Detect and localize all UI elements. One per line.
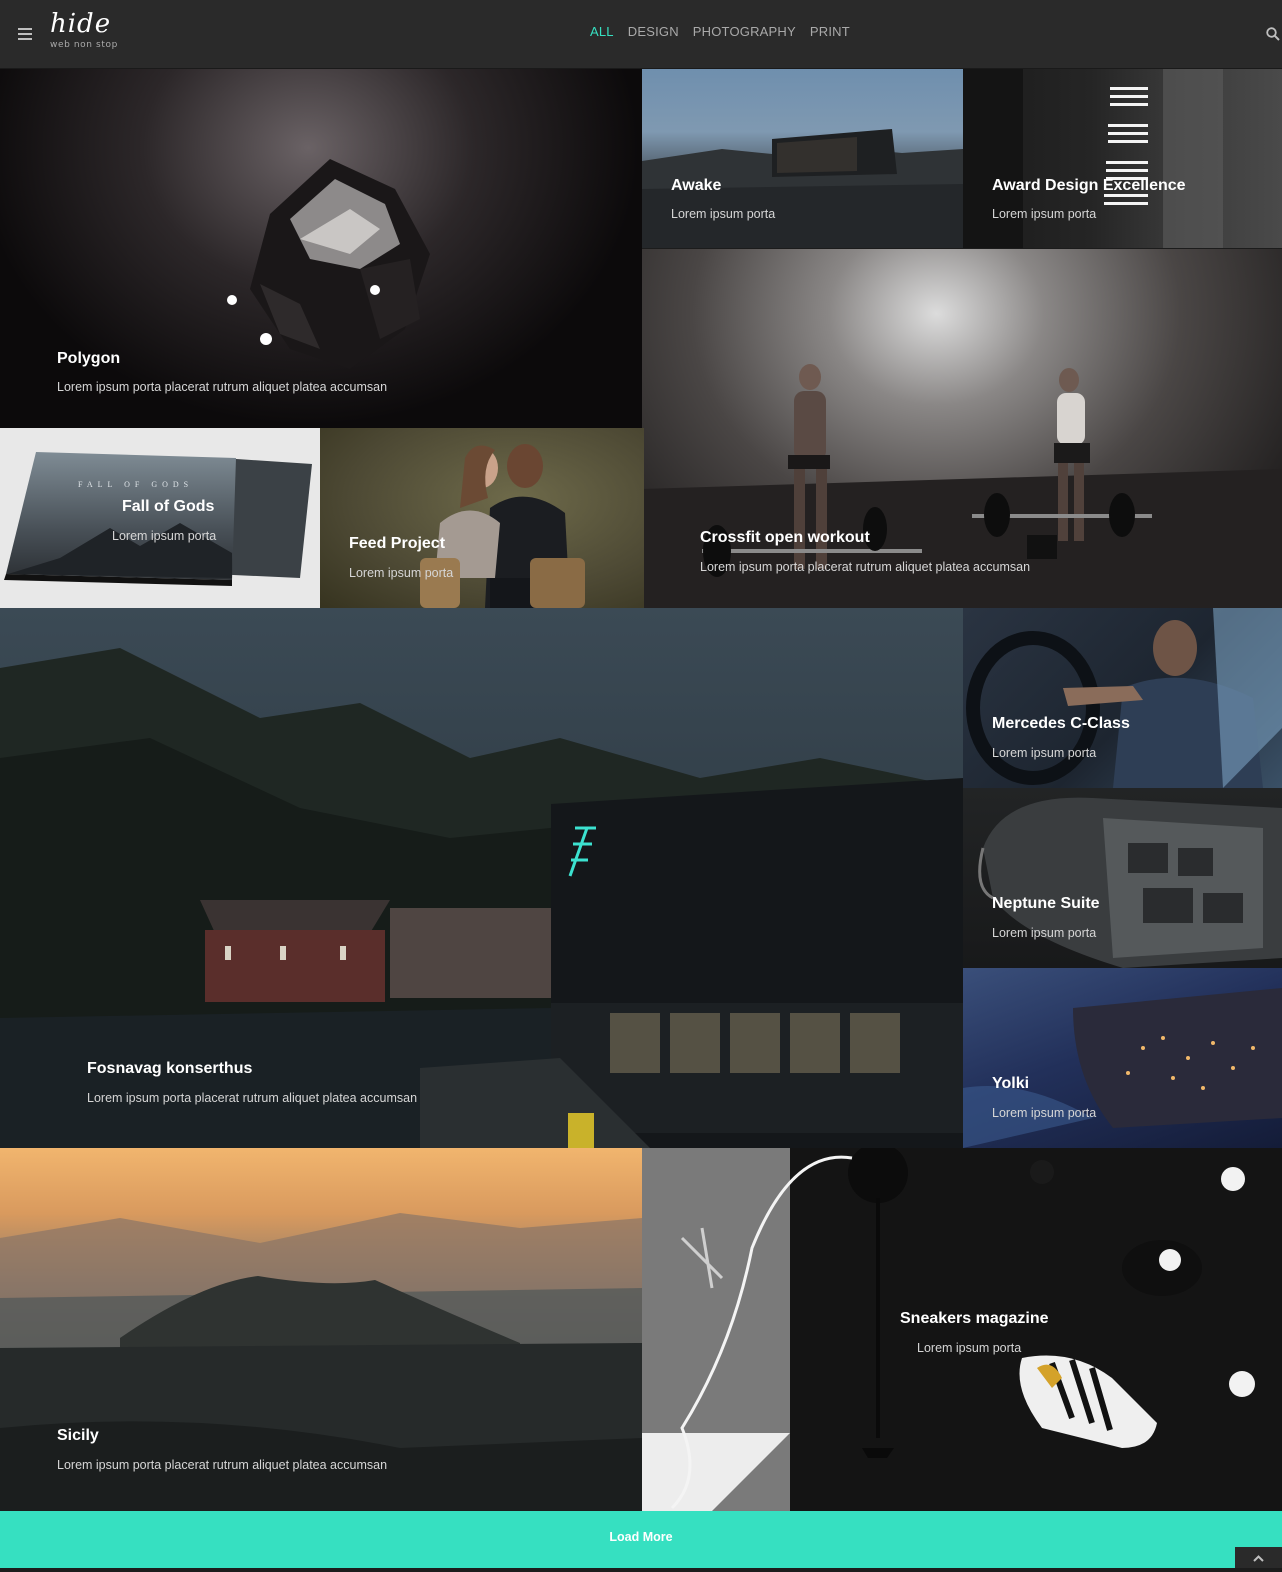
item-description: Lorem ipsum porta: [992, 926, 1097, 940]
item-description: Lorem ipsum porta placerat rutrum alique…: [57, 1458, 388, 1472]
filter-photography[interactable]: PHOTOGRAPHY: [693, 24, 796, 39]
item-description: Lorem ipsum porta: [349, 566, 454, 580]
portfolio-item-mercedes-c-class[interactable]: Mercedes C-Class Lorem ipsum porta: [963, 608, 1282, 788]
item-title: Feed Project: [349, 535, 446, 552]
portfolio-item-yolki[interactable]: Yolki Lorem ipsum porta: [963, 968, 1282, 1148]
item-description: Lorem ipsum porta placerat rutrum alique…: [87, 1091, 418, 1105]
item-title: Fall of Gods: [122, 498, 215, 515]
load-more-button[interactable]: Load More: [0, 1511, 1282, 1568]
award-image: [963, 69, 1223, 248]
portfolio-item-sneakers-magazine[interactable]: Sneakers magazine Lorem ipsum porta: [642, 1148, 1282, 1511]
portfolio-item-feed-project[interactable]: Feed Project Lorem ipsum porta: [320, 428, 644, 608]
neptune-suite-image: [978, 797, 1282, 968]
awake-image: [642, 129, 963, 248]
portfolio-item-fall-of-gods[interactable]: FALL OF GODS Fall of Gods Lorem ipsum po…: [0, 428, 320, 608]
item-title: Mercedes C-Class: [992, 715, 1130, 732]
search-icon[interactable]: [1266, 27, 1280, 41]
mercedes-image: [966, 608, 1282, 788]
feed-project-image: [420, 444, 585, 608]
logo-tagline: web non stop: [50, 40, 118, 50]
item-description: Lorem ipsum porta placerat rutrum alique…: [700, 560, 1031, 574]
sneakers-image: [642, 1148, 1282, 1511]
item-description: Lorem ipsum porta: [112, 529, 217, 543]
portfolio-item-polygon[interactable]: Polygon Lorem ipsum porta placerat rutru…: [0, 69, 642, 428]
portfolio-filter-nav: ALL DESIGN PHOTOGRAPHY PRINT: [590, 24, 850, 39]
portfolio-item-neptune-suite[interactable]: Neptune Suite Lorem ipsum porta: [963, 788, 1282, 968]
portfolio-item-awake[interactable]: Awake Lorem ipsum porta: [642, 69, 963, 248]
hamburger-menu-icon[interactable]: [18, 28, 32, 40]
item-description: Lorem ipsum porta: [671, 207, 776, 221]
portfolio-item-fosnavag-konserthus[interactable]: Fosnavag konserthus Lorem ipsum porta pl…: [0, 608, 963, 1148]
item-title: Neptune Suite: [992, 895, 1100, 912]
item-title: Crossfit open workout: [700, 529, 870, 546]
polygon-image: [227, 159, 430, 369]
item-description: Lorem ipsum porta placerat rutrum alique…: [57, 380, 388, 394]
item-title: Sneakers magazine: [900, 1310, 1049, 1327]
sicily-image: [0, 1213, 642, 1511]
site-header: hide web non stop ALL DESIGN PHOTOGRAPHY…: [0, 0, 1282, 69]
item-title: Polygon: [57, 350, 121, 367]
item-title: Fosnavag konserthus: [87, 1060, 253, 1077]
item-description: Lorem ipsum porta: [917, 1341, 1022, 1355]
filter-design[interactable]: DESIGN: [628, 24, 679, 39]
portfolio-item-award-design-excellence[interactable]: Award Design Excellence Lorem ipsum port…: [963, 69, 1282, 248]
item-title: Yolki: [992, 1075, 1030, 1092]
item-title: Awake: [671, 177, 722, 194]
item-description: Lorem ipsum porta: [992, 207, 1097, 221]
yolki-image: [963, 988, 1282, 1148]
book-cover-text: FALL OF GODS: [78, 480, 194, 489]
logo-wordmark: hide: [50, 9, 112, 39]
fall-of-gods-image: [4, 452, 312, 586]
portfolio-item-crossfit-open-workout[interactable]: Crossfit open workout Lorem ipsum porta …: [642, 249, 1282, 608]
item-description: Lorem ipsum porta: [992, 1106, 1097, 1120]
item-description: Lorem ipsum porta: [992, 746, 1097, 760]
filter-all[interactable]: ALL: [590, 24, 614, 39]
chevron-up-icon: [1253, 1555, 1264, 1562]
portfolio-item-sicily[interactable]: Sicily Lorem ipsum porta placerat rutrum…: [0, 1148, 642, 1511]
crossfit-image: [642, 364, 1282, 608]
item-title: Sicily: [57, 1427, 99, 1444]
filter-print[interactable]: PRINT: [810, 24, 850, 39]
item-title: Award Design Excellence: [992, 177, 1186, 194]
back-to-top-button[interactable]: [1235, 1547, 1282, 1568]
logo[interactable]: hide web non stop: [50, 10, 118, 50]
